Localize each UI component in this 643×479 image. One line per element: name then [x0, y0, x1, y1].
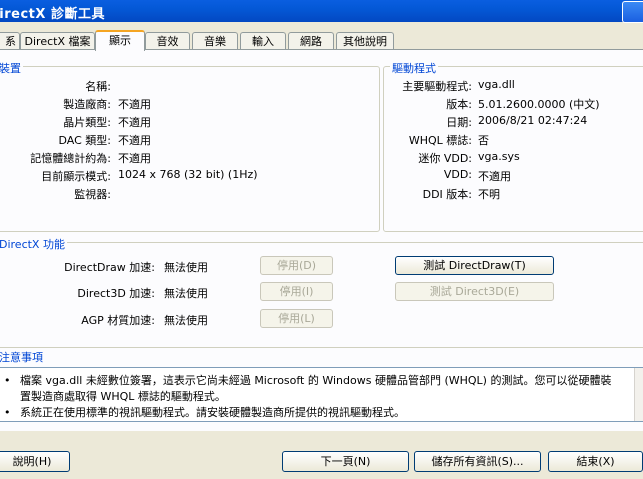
tab-network[interactable]: 網路 [288, 32, 334, 49]
display-mode-value: 1024 x 768 (32 bit) (1Hz) [118, 168, 258, 181]
device-group [0, 66, 380, 232]
vdd-label: VDD: [443, 168, 472, 181]
drivers-group-title: 驅動程式 [390, 60, 438, 76]
display-tab-panel: 裝置 名稱: 製造廠商: 不適用 晶片類型: 不適用 DAC 類型: 不適用 記… [0, 49, 643, 431]
title-bar: DirectX 診斷工具 [0, 0, 643, 23]
directdraw-accel-label: DirectDraw 加速: [64, 261, 155, 274]
window-title: DirectX 診斷工具 [0, 7, 105, 22]
notes-title: 注意事項 [0, 349, 45, 365]
mini-vdd-value: vga.sys [478, 150, 520, 163]
chip-type-label: 晶片類型: [63, 116, 111, 129]
tab-sound[interactable]: 音效 [145, 32, 190, 49]
date-label: 日期: [446, 116, 472, 129]
agp-accel-value: 無法使用 [164, 314, 208, 327]
directdraw-accel-value: 無法使用 [164, 261, 208, 274]
version-label: 版本: [446, 98, 472, 111]
vdd-value: 不適用 [478, 170, 511, 183]
save-all-info-button[interactable]: 儲存所有資訊(S)... [414, 451, 541, 472]
display-mode-label: 目前顯示模式: [41, 170, 111, 183]
ddi-version-label: DDI 版本: [422, 188, 472, 201]
note-item-continued: 置製造商處取得 WHQL 標誌的驅動程式。 [20, 390, 226, 403]
direct3d-accel-value: 無法使用 [164, 287, 208, 300]
manufacturer-value: 不適用 [118, 98, 151, 111]
maximize-button[interactable] [622, 1, 643, 23]
chip-type-value: 不適用 [118, 116, 151, 129]
date-value: 2006/8/21 02:47:24 [478, 114, 588, 127]
whql-label: WHQL 標誌: [408, 134, 472, 147]
ddi-version-value: 不明 [478, 188, 500, 201]
monitor-label: 監視器: [74, 188, 111, 201]
main-driver-label: 主要驅動程式: [402, 80, 472, 93]
note-item: • 系統正在使用標準的視訊驅動程式。請安裝硬體製造商所提供的視訊驅動程式。 [4, 406, 405, 419]
test-direct3d-button[interactable]: 測試 Direct3D(E) [395, 282, 554, 301]
dac-type-label: DAC 類型: [58, 134, 112, 147]
tab-system[interactable]: 系統 [0, 32, 20, 49]
manufacturer-label: 製造廠商: [63, 98, 111, 111]
tab-display[interactable]: 顯示 [95, 30, 145, 51]
tab-music[interactable]: 音樂 [192, 32, 238, 49]
bullet-icon: • [4, 374, 11, 387]
main-driver-value: vga.dll [478, 78, 515, 91]
dac-type-value: 不適用 [118, 134, 151, 147]
memory-value: 不適用 [118, 152, 151, 165]
version-value: 5.01.2600.0000 (中文) [478, 98, 600, 111]
tab-more-help[interactable]: 其他說明 [336, 32, 394, 49]
disable-directdraw-button[interactable]: 停用(D) [260, 256, 333, 275]
bullet-icon: • [4, 406, 11, 419]
direct3d-accel-label: Direct3D 加速: [77, 287, 155, 300]
device-name-label: 名稱: [85, 80, 111, 93]
exit-button[interactable]: 結束(X) [548, 451, 643, 472]
next-page-button[interactable]: 下一頁(N) [282, 451, 409, 472]
mini-vdd-label: 迷你 VDD: [418, 152, 472, 165]
notes-box[interactable]: • 檔案 vga.dll 未經數位簽署，這表示它尚未經過 Microsoft 的 … [0, 367, 643, 422]
device-group-title: 裝置 [0, 60, 23, 76]
tab-directx-files[interactable]: DirectX 檔案 [20, 32, 95, 49]
whql-value: 否 [478, 134, 489, 147]
test-directdraw-button[interactable]: 測試 DirectDraw(T) [395, 256, 554, 275]
tab-input[interactable]: 輸入 [240, 32, 286, 49]
note-item: • 檔案 vga.dll 未經數位簽署，這表示它尚未經過 Microsoft 的 … [4, 374, 612, 387]
directx-features-title: DirectX 功能 [0, 236, 67, 252]
tab-strip: 系統 DirectX 檔案 顯示 音效 音樂 輸入 網路 其他說明 [0, 30, 643, 51]
notes-scrollbar[interactable] [634, 368, 643, 421]
agp-accel-label: AGP 材質加速: [81, 314, 155, 327]
disable-agp-button[interactable]: 停用(L) [260, 309, 333, 328]
memory-label: 記憶體總計約為: [30, 152, 111, 165]
help-button[interactable]: 說明(H) [0, 451, 70, 472]
disable-direct3d-button[interactable]: 停用(I) [260, 282, 333, 301]
